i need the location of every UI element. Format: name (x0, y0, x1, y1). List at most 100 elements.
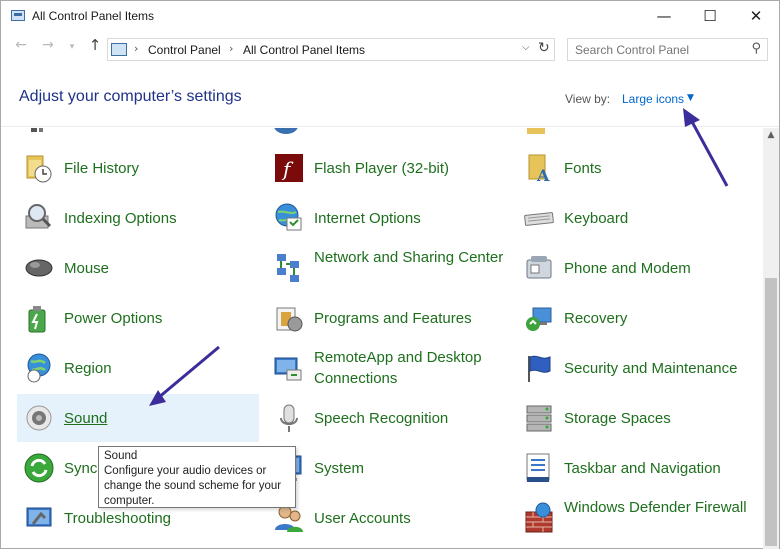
item-keyboard[interactable]: Keyboard (517, 194, 759, 242)
taskbar-navigation-icon (526, 453, 550, 482)
recent-locations-button[interactable]: ▾ (63, 42, 81, 52)
security-maintenance-icon (528, 355, 551, 382)
page-header: Adjust your computer’s settings View by:… (1, 67, 779, 127)
item-flash-player-32-bit[interactable]: f Flash Player (32-bit) (267, 144, 509, 192)
storage-spaces-icon (526, 405, 552, 432)
partial-item-icon (31, 128, 43, 132)
back-button[interactable]: ← (12, 37, 30, 53)
sync-center-icon (24, 453, 54, 483)
speech-recognition-icon (280, 404, 298, 432)
indexing-options-icon (25, 204, 52, 229)
search-icon[interactable]: ⚲ (751, 41, 761, 56)
item-mouse[interactable]: Mouse (17, 244, 259, 292)
partial-row (1, 128, 763, 137)
item-label[interactable]: Region (64, 358, 259, 379)
item-indexing-options[interactable]: Indexing Options (17, 194, 259, 242)
view-by-label: View by: (565, 92, 611, 106)
view-by-dropdown[interactable]: Large icons (622, 92, 684, 106)
troubleshooting-icon (26, 507, 52, 527)
item-label[interactable]: Power Options (64, 308, 259, 329)
firewall-icon (525, 502, 553, 533)
item-sound[interactable]: Sound (17, 394, 259, 442)
item-label[interactable]: Fonts (564, 158, 759, 179)
item-label[interactable]: Mouse (64, 258, 259, 279)
phone-modem-icon (526, 256, 552, 279)
refresh-button[interactable]: ↻ (538, 40, 550, 56)
file-history-icon (26, 155, 52, 183)
breadcrumb-separator[interactable]: › (229, 42, 233, 55)
item-label[interactable]: Troubleshooting (64, 508, 259, 529)
forward-button[interactable]: → (39, 37, 57, 53)
item-security-and-maintenance[interactable]: Security and Maintenance (517, 344, 759, 392)
item-label[interactable]: Programs and Features (314, 308, 509, 329)
item-label[interactable]: File History (64, 158, 259, 179)
item-label[interactable]: Keyboard (564, 208, 759, 229)
item-internet-options[interactable]: Internet Options (267, 194, 509, 242)
item-windows-defender-firewall[interactable]: Windows Defender Firewall (517, 494, 759, 542)
power-options-icon (28, 306, 46, 333)
item-label[interactable]: Network and Sharing Center (314, 247, 509, 268)
sound-icon (26, 405, 52, 431)
search-input[interactable] (568, 39, 744, 60)
maximize-button[interactable]: ☐ (687, 1, 733, 31)
item-file-history[interactable]: File History (17, 144, 259, 192)
partial-item-icon (527, 128, 545, 134)
tooltip-body: Configure your audio devices or change t… (104, 465, 282, 507)
item-remoteapp-and-desktop-connections[interactable]: RemoteApp and Desktop Connections (267, 344, 509, 392)
window-title: All Control Panel Items (32, 9, 155, 23)
programs-features-icon (276, 307, 303, 332)
breadcrumb-control-panel[interactable]: Control Panel (148, 43, 221, 57)
item-taskbar-and-navigation[interactable]: Taskbar and Navigation (517, 444, 759, 492)
fonts-icon: A (528, 154, 550, 184)
close-button[interactable]: ✕ (733, 1, 779, 31)
item-label[interactable]: System (314, 458, 509, 479)
item-label[interactable]: Recovery (564, 308, 759, 329)
item-system[interactable]: System (267, 444, 509, 492)
title-bar: All Control Panel Items — ☐ ✕ (1, 1, 779, 32)
partial-item-icon (274, 128, 298, 134)
keyboard-icon (524, 212, 554, 226)
region-icon (27, 353, 51, 383)
recovery-icon (526, 307, 552, 331)
minimize-button[interactable]: — (641, 1, 687, 31)
sound-tooltip: Sound Configure your audio devices or ch… (98, 446, 296, 508)
item-label[interactable]: Security and Maintenance (564, 358, 759, 379)
item-label[interactable]: Windows Defender Firewall (564, 497, 759, 518)
vertical-scrollbar[interactable]: ▲ (763, 128, 779, 549)
item-recovery[interactable]: Recovery (517, 294, 759, 342)
item-label[interactable]: Speech Recognition (314, 408, 509, 429)
item-label[interactable]: Storage Spaces (564, 408, 759, 429)
navigation-bar: ← → ▾ ↑ › Control Panel › All Control Pa… (1, 32, 779, 66)
search-box[interactable]: ⚲ (567, 38, 768, 61)
item-phone-and-modem[interactable]: Phone and Modem (517, 244, 759, 292)
up-button[interactable]: ↑ (86, 36, 104, 54)
address-dropdown-button[interactable]: ⌵ (522, 42, 530, 53)
address-bar[interactable]: › Control Panel › All Control Panel Item… (107, 38, 555, 61)
item-label[interactable]: Indexing Options (64, 208, 259, 229)
item-storage-spaces[interactable]: Storage Spaces (517, 394, 759, 442)
item-network-and-sharing-center[interactable]: Network and Sharing Center (267, 244, 509, 292)
item-label[interactable]: Internet Options (314, 208, 509, 229)
item-label[interactable]: RemoteApp and Desktop Connections (314, 347, 509, 389)
item-speech-recognition[interactable]: Speech Recognition (267, 394, 509, 442)
control-panel-icon (11, 10, 25, 21)
breadcrumb-separator[interactable]: › (134, 42, 138, 55)
scroll-thumb[interactable] (765, 278, 777, 546)
scroll-up-button[interactable]: ▲ (763, 130, 779, 144)
item-power-options[interactable]: Power Options (17, 294, 259, 342)
item-label[interactable]: User Accounts (314, 508, 509, 529)
flash-player-icon: f (275, 154, 303, 182)
item-label[interactable]: Flash Player (32-bit) (314, 158, 509, 179)
item-label[interactable]: Taskbar and Navigation (564, 458, 759, 479)
page-title: Adjust your computer’s settings (19, 88, 242, 105)
item-label[interactable]: Sound (64, 408, 259, 429)
item-programs-and-features[interactable]: Programs and Features (267, 294, 509, 342)
item-region[interactable]: Region (17, 344, 259, 392)
network-sharing-icon (277, 254, 299, 282)
item-user-accounts[interactable]: User Accounts (267, 494, 509, 542)
chevron-down-icon[interactable]: ▼ (687, 93, 694, 103)
item-label[interactable]: Phone and Modem (564, 258, 759, 279)
item-fonts[interactable]: A Fonts (517, 144, 759, 192)
breadcrumb-all-items[interactable]: All Control Panel Items (243, 43, 365, 57)
control-panel-icon (111, 43, 127, 56)
